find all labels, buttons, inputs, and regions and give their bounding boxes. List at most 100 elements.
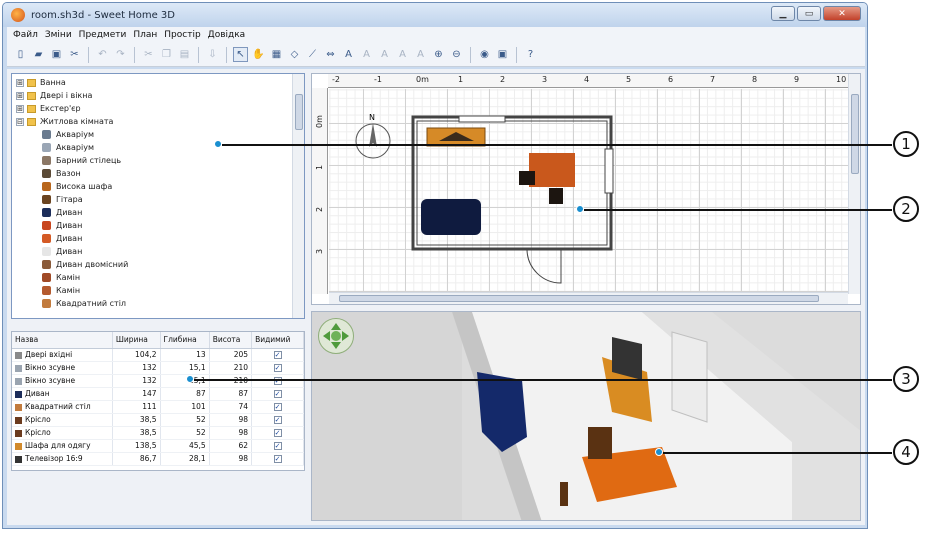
- text-style-icon[interactable]: A: [359, 47, 374, 62]
- catalog-item[interactable]: Акваріум: [16, 128, 304, 141]
- visible-checkbox[interactable]: ✓: [273, 403, 282, 411]
- visible-checkbox[interactable]: ✓: [273, 364, 282, 372]
- close-button[interactable]: ✕: [823, 6, 861, 21]
- scroll-thumb[interactable]: [851, 94, 859, 174]
- chair-3d[interactable]: [588, 427, 612, 459]
- add-text-icon[interactable]: A: [341, 47, 356, 62]
- expand-toggle-icon[interactable]: ⊞: [16, 104, 24, 113]
- cut-icon[interactable]: ✂: [141, 47, 156, 62]
- redo-icon[interactable]: ↷: [113, 47, 128, 62]
- menu-help[interactable]: Довідка: [208, 30, 246, 40]
- chair-left[interactable]: [519, 171, 535, 185]
- zoom-in-icon[interactable]: ⊕: [431, 47, 446, 62]
- catalog-item[interactable]: Квадратний стіл: [16, 297, 304, 310]
- column-header[interactable]: Видимий: [251, 332, 304, 349]
- table-row[interactable]: Крісло 38,5 52 98 ✓: [12, 426, 304, 440]
- undo-icon[interactable]: ↶: [95, 47, 110, 62]
- column-header[interactable]: Глибина: [160, 332, 210, 349]
- catalog-category[interactable]: ⊞ Двері і вікна: [16, 89, 304, 102]
- catalog-category[interactable]: ⊟ Житлова кімната: [16, 115, 304, 128]
- table-row[interactable]: Двері вхідні 104,2 13 205 ✓: [12, 348, 304, 362]
- minimize-button[interactable]: ▁: [771, 6, 795, 21]
- plan-horizontal-scrollbar[interactable]: [329, 292, 848, 304]
- door-swing[interactable]: [526, 248, 562, 284]
- arrow-down-icon[interactable]: [331, 342, 341, 349]
- sofa-3d[interactable]: [477, 372, 527, 452]
- table-row[interactable]: Вікно зсувне 13215,1210 ✓: [12, 361, 304, 375]
- pan-hand-icon[interactable]: ✋: [251, 47, 266, 62]
- arrow-left-icon[interactable]: [323, 331, 330, 341]
- add-furniture-icon[interactable]: ⇩: [205, 47, 220, 62]
- window-right[interactable]: [604, 148, 614, 194]
- square-table[interactable]: [529, 153, 575, 187]
- catalog-item[interactable]: Гітара: [16, 193, 304, 206]
- table-row[interactable]: Квадратний стіл 111 101 74 ✓: [12, 400, 304, 414]
- maximize-button[interactable]: ▭: [797, 6, 821, 21]
- expand-toggle-icon[interactable]: ⊟: [16, 117, 24, 126]
- move-arrows-icon[interactable]: [321, 321, 351, 351]
- visible-checkbox[interactable]: ✓: [273, 390, 282, 398]
- column-header[interactable]: Ширина: [112, 332, 161, 349]
- catalog-category[interactable]: ⊞ Екстер'єр: [16, 102, 304, 115]
- menu-plan[interactable]: План: [133, 30, 157, 40]
- catalog-item[interactable]: Диван: [16, 219, 304, 232]
- column-header[interactable]: Висота: [209, 332, 253, 349]
- visible-checkbox[interactable]: ✓: [273, 442, 282, 450]
- paste-icon[interactable]: ▤: [177, 47, 192, 62]
- menu-edit[interactable]: Зміни: [45, 30, 72, 40]
- select-mode-icon[interactable]: ↖: [233, 47, 248, 62]
- chair-bottom[interactable]: [549, 188, 563, 204]
- menu-furniture[interactable]: Предмети: [79, 30, 127, 40]
- column-header[interactable]: Назва: [12, 332, 113, 349]
- table-row[interactable]: Крісло 38,5 52 98 ✓: [12, 413, 304, 427]
- sofa[interactable]: [421, 199, 481, 235]
- open-folder-icon[interactable]: ▰: [31, 47, 46, 62]
- copy-icon[interactable]: ❐: [159, 47, 174, 62]
- catalog-item[interactable]: Барний стілець: [16, 154, 304, 167]
- create-polylines-icon[interactable]: ⟋: [305, 47, 320, 62]
- expand-toggle-icon[interactable]: ⊞: [16, 91, 24, 100]
- arrow-up-icon[interactable]: [331, 323, 341, 330]
- table-row[interactable]: Диван 147 87 87 ✓: [12, 387, 304, 401]
- help-icon[interactable]: ?: [523, 47, 538, 62]
- create-photo-icon[interactable]: ◉: [477, 47, 492, 62]
- table-row[interactable]: Шафа для одягу 138,5 45,5 62 ✓: [12, 439, 304, 453]
- arrow-center[interactable]: [331, 331, 341, 341]
- plan-view[interactable]: -2 -1 0m 1 2 3 4 5 6 7 8 9 10 0m 1 2 3 N: [311, 73, 861, 305]
- text-size-icon[interactable]: A: [377, 47, 392, 62]
- catalog-item[interactable]: Диван: [16, 245, 304, 258]
- create-video-icon[interactable]: ▣: [495, 47, 510, 62]
- menu-3d-view[interactable]: Простір: [164, 30, 200, 40]
- scroll-thumb[interactable]: [295, 94, 303, 130]
- furniture-catalog[interactable]: ⊞ Ванна ⊞ Двері і вікна ⊞ Екстер'єр ⊟ Житлова к…: [11, 73, 305, 319]
- catalog-scrollbar[interactable]: [292, 74, 304, 318]
- create-rooms-icon[interactable]: ◇: [287, 47, 302, 62]
- plan-grid[interactable]: N: [329, 89, 848, 294]
- catalog-item[interactable]: Диван двомісний: [16, 258, 304, 271]
- scroll-thumb[interactable]: [339, 295, 819, 302]
- visible-checkbox[interactable]: ✓: [273, 351, 282, 359]
- table-row[interactable]: Телевізор 16:9 86,7 28,1 98 ✓: [12, 452, 304, 466]
- furniture-list[interactable]: Назва Ширина Глибина Висота Видимий Двері вх…: [11, 331, 305, 471]
- plan-vertical-scrollbar[interactable]: [848, 74, 860, 294]
- bold-text-icon[interactable]: A: [395, 47, 410, 62]
- arrow-right-icon[interactable]: [342, 331, 349, 341]
- catalog-category[interactable]: ⊞ Ванна: [16, 76, 304, 89]
- visible-checkbox[interactable]: ✓: [273, 416, 282, 424]
- zoom-out-icon[interactable]: ⊖: [449, 47, 464, 62]
- window-top[interactable]: [458, 115, 506, 123]
- italic-text-icon[interactable]: A: [413, 47, 428, 62]
- save-icon[interactable]: ▣: [49, 47, 64, 62]
- catalog-item[interactable]: Акваріум: [16, 141, 304, 154]
- splitter-handle[interactable]: ▲▼: [11, 321, 305, 338]
- new-file-icon[interactable]: ▯: [13, 47, 28, 62]
- menu-file[interactable]: Файл: [13, 30, 38, 40]
- catalog-item[interactable]: Камін: [16, 271, 304, 284]
- expand-toggle-icon[interactable]: ⊞: [16, 78, 24, 87]
- catalog-item[interactable]: Диван: [16, 206, 304, 219]
- visible-checkbox[interactable]: ✓: [273, 455, 282, 463]
- navigation-arrows[interactable]: [318, 318, 354, 354]
- create-dimensions-icon[interactable]: ⇔: [323, 47, 338, 62]
- catalog-item[interactable]: Диван: [16, 232, 304, 245]
- catalog-item[interactable]: Камін: [16, 284, 304, 297]
